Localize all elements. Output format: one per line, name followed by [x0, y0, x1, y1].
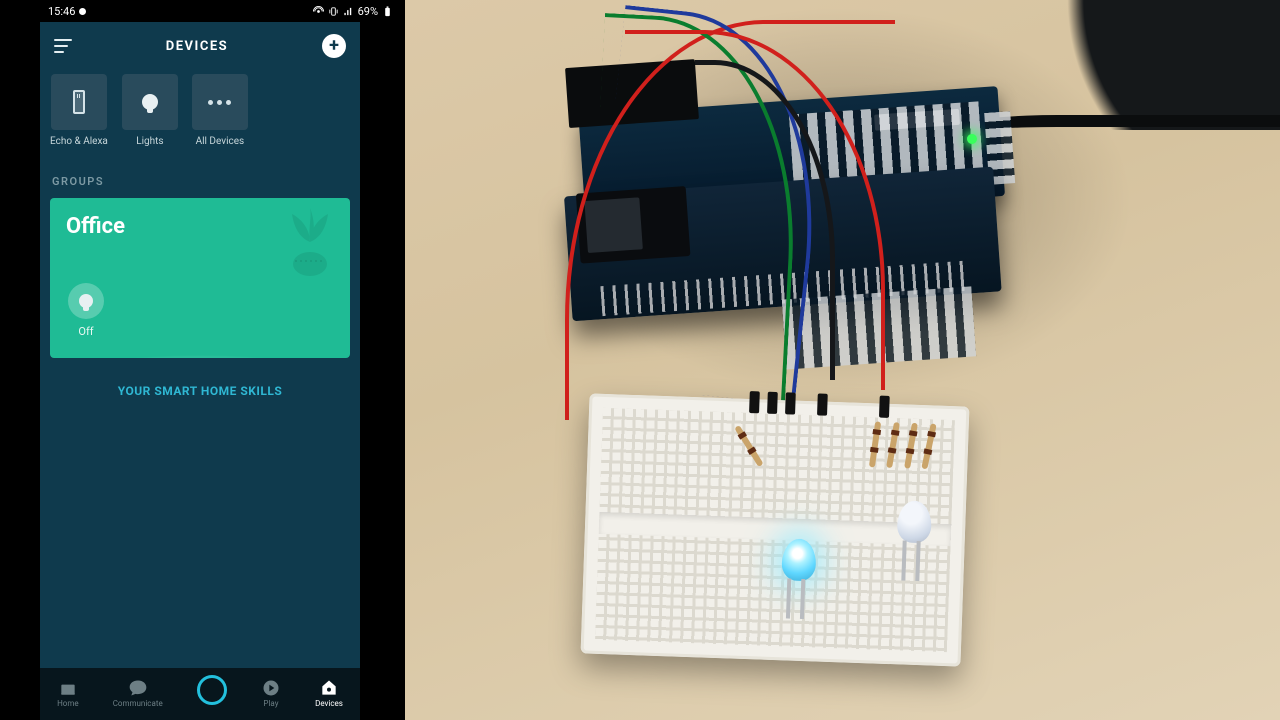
- battery-icon: [382, 6, 393, 17]
- page-title: DEVICES: [166, 39, 228, 54]
- tab-alexa[interactable]: [197, 681, 227, 706]
- devices-icon: [319, 678, 339, 698]
- group-toggle-state: Off: [78, 325, 93, 338]
- tab-home[interactable]: Home: [57, 678, 79, 708]
- alexa-ring-icon: [197, 675, 227, 705]
- signal-icon: [343, 6, 354, 17]
- category-all-devices[interactable]: All Devices: [192, 74, 248, 147]
- tab-communicate[interactable]: Communicate: [113, 678, 163, 708]
- alexa-app: DEVICES + Echo & Alexa Lights All Device…: [40, 22, 360, 720]
- category-label: All Devices: [196, 136, 245, 147]
- hotspot-icon: [313, 6, 324, 17]
- group-card-office[interactable]: Office Off: [50, 198, 350, 358]
- more-icon: [208, 100, 231, 105]
- bulb-icon: [142, 94, 158, 110]
- smart-home-skills-link[interactable]: YOUR SMART HOME SKILLS: [50, 384, 350, 398]
- app-header: DEVICES +: [40, 22, 360, 70]
- bottom-tabbar: Home Communicate Play Devices: [40, 668, 360, 720]
- category-row: Echo & Alexa Lights All Devices: [50, 74, 350, 147]
- android-status-bar: 15:46 69%: [0, 0, 405, 22]
- tab-label: Communicate: [113, 699, 163, 708]
- bulb-icon: [79, 294, 93, 308]
- group-light-toggle[interactable]: [68, 283, 104, 319]
- echo-icon: [73, 90, 85, 114]
- tab-label: Play: [263, 699, 278, 708]
- vibrate-icon: [328, 6, 339, 17]
- category-label: Lights: [136, 136, 163, 147]
- wire-black: [695, 60, 835, 380]
- battery-percent: 69%: [358, 5, 378, 18]
- category-label: Echo & Alexa: [50, 136, 108, 147]
- chat-icon: [128, 678, 148, 698]
- tab-play[interactable]: Play: [261, 678, 281, 708]
- plant-icon: [280, 206, 340, 280]
- content: Echo & Alexa Lights All Devices GROUPS O…: [40, 70, 360, 668]
- status-right: 69%: [313, 5, 393, 18]
- groups-heading: GROUPS: [52, 175, 350, 188]
- tab-label: Home: [57, 699, 79, 708]
- tab-devices[interactable]: Devices: [315, 678, 343, 708]
- home-icon: [58, 678, 78, 698]
- hardware-photo: [405, 0, 1280, 720]
- menu-icon[interactable]: [54, 39, 72, 53]
- tab-label: Devices: [315, 699, 343, 708]
- phone-frame: 15:46 69% DEVICES + Echo & Alexa Light: [0, 0, 405, 720]
- category-echo-alexa[interactable]: Echo & Alexa: [50, 74, 108, 147]
- status-time: 15:46: [48, 5, 86, 18]
- category-lights[interactable]: Lights: [122, 74, 178, 147]
- add-button[interactable]: +: [322, 34, 346, 58]
- breadboard: [581, 393, 970, 666]
- play-icon: [261, 678, 281, 698]
